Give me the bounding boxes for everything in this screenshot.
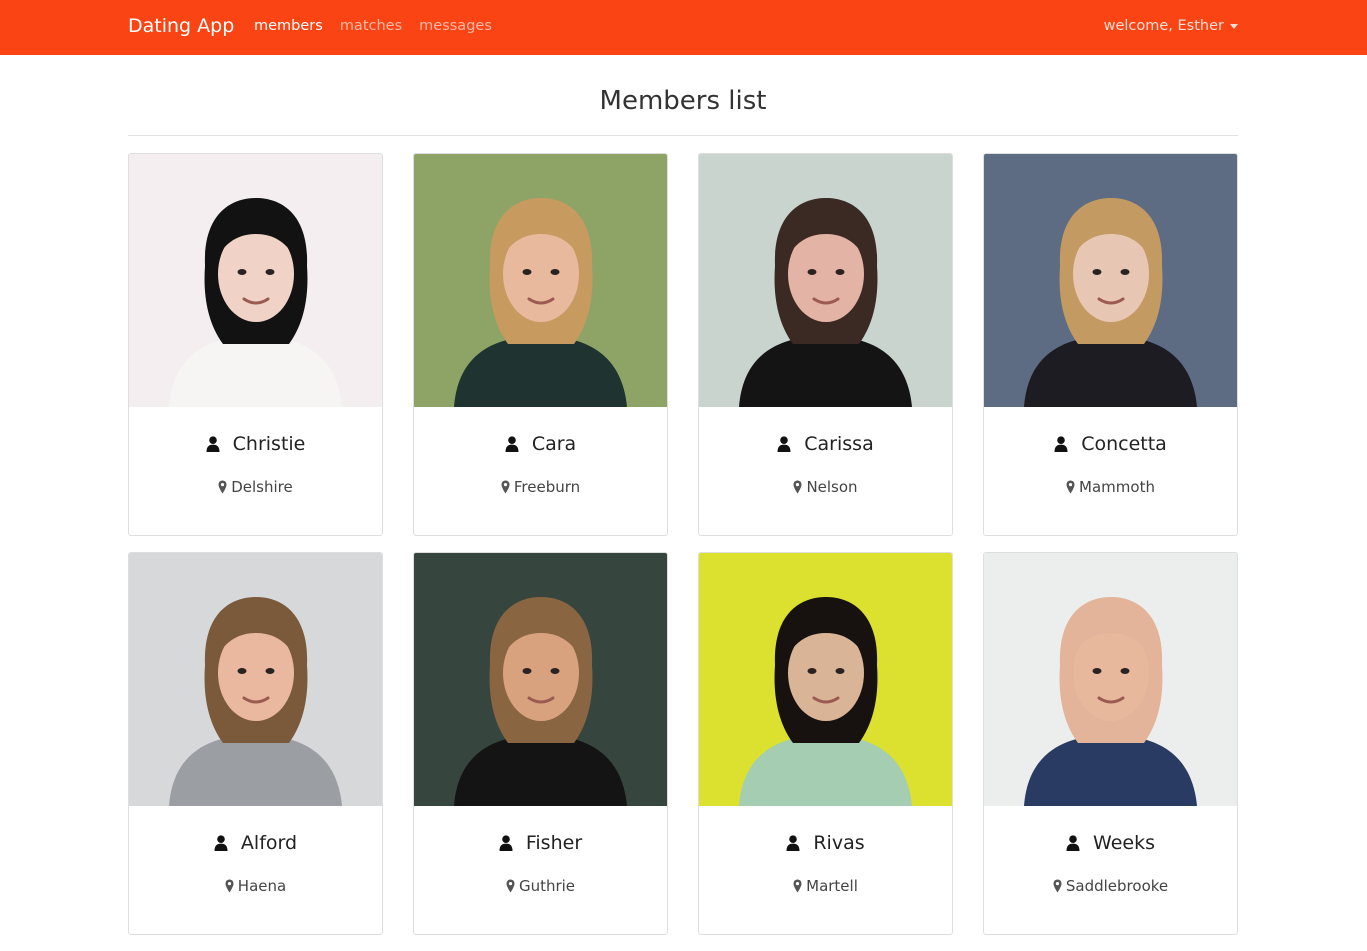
map-marker-icon bbox=[218, 480, 227, 494]
member-name: Alford bbox=[240, 832, 298, 854]
map-marker-icon bbox=[225, 879, 234, 893]
map-marker-icon bbox=[1053, 879, 1062, 893]
member-card[interactable]: Carissa Nelson bbox=[698, 153, 953, 536]
member-photo[interactable] bbox=[414, 154, 667, 407]
member-city: Mammoth bbox=[1079, 478, 1155, 496]
user-icon bbox=[786, 835, 800, 851]
member-city: Freeburn bbox=[513, 478, 581, 496]
member-photo[interactable] bbox=[984, 553, 1237, 806]
page-title: Members list bbox=[599, 86, 767, 116]
member-city: Delshire bbox=[231, 478, 293, 496]
member-photo[interactable] bbox=[129, 154, 382, 407]
user-icon bbox=[505, 436, 519, 452]
user-icon bbox=[499, 835, 513, 851]
user-icon bbox=[1054, 436, 1068, 452]
map-marker-icon bbox=[793, 879, 802, 893]
member-card[interactable]: Rivas Martell bbox=[698, 552, 953, 935]
top-navbar: Dating App members matches messages welc… bbox=[0, 0, 1367, 55]
map-marker-icon bbox=[1066, 480, 1075, 494]
nav-link-matches[interactable]: matches bbox=[340, 18, 402, 34]
member-card[interactable]: Fisher Guthrie bbox=[413, 552, 668, 935]
map-marker-icon bbox=[793, 480, 802, 494]
member-card[interactable]: Weeks Saddlebrooke bbox=[983, 552, 1238, 935]
brand-link[interactable]: Dating App bbox=[128, 15, 234, 37]
member-card[interactable]: Concetta Mammoth bbox=[983, 153, 1238, 536]
member-card[interactable]: Christie Delshire bbox=[128, 153, 383, 536]
user-icon bbox=[777, 436, 791, 452]
member-photo[interactable] bbox=[984, 154, 1237, 407]
member-photo[interactable] bbox=[699, 154, 952, 407]
member-photo[interactable] bbox=[414, 553, 667, 806]
member-city: Nelson bbox=[806, 478, 858, 496]
member-city: Martell bbox=[806, 877, 858, 895]
user-icon bbox=[206, 436, 220, 452]
user-dropdown-toggle[interactable]: welcome, Esther bbox=[1104, 18, 1238, 34]
member-card[interactable]: Alford Haena bbox=[128, 552, 383, 935]
member-photo[interactable] bbox=[699, 553, 952, 806]
member-card[interactable]: Cara Freeburn bbox=[413, 153, 668, 536]
member-city: Saddlebrooke bbox=[1065, 877, 1169, 895]
title-divider bbox=[128, 135, 1238, 136]
member-city: Guthrie bbox=[518, 877, 576, 895]
nav-link-members[interactable]: members bbox=[254, 18, 323, 34]
member-name: Carissa bbox=[804, 433, 874, 455]
member-name: Fisher bbox=[525, 832, 583, 854]
member-photo[interactable] bbox=[129, 553, 382, 806]
member-name: Rivas bbox=[813, 832, 865, 854]
user-icon bbox=[214, 835, 228, 851]
user-welcome-text: welcome, Esther bbox=[1103, 18, 1224, 34]
member-name: Christie bbox=[232, 433, 306, 455]
member-name: Concetta bbox=[1081, 433, 1167, 455]
map-marker-icon bbox=[501, 480, 510, 494]
member-city: Haena bbox=[237, 877, 287, 895]
member-name: Weeks bbox=[1093, 832, 1155, 854]
map-marker-icon bbox=[506, 879, 515, 893]
caret-down-icon bbox=[1230, 24, 1238, 29]
member-name: Cara bbox=[531, 433, 577, 455]
nav-link-messages[interactable]: messages bbox=[419, 18, 492, 34]
nav-links: members matches messages bbox=[254, 18, 492, 34]
user-icon bbox=[1066, 835, 1080, 851]
